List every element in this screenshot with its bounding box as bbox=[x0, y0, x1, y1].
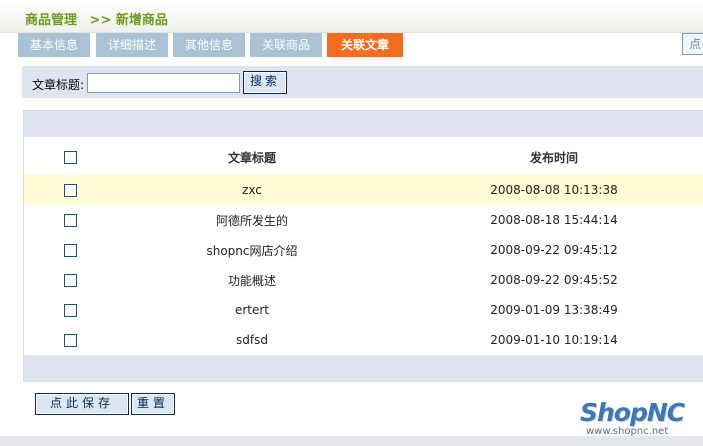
reset-button[interactable]: 重置 bbox=[131, 393, 175, 415]
column-header-time: 发布时间 bbox=[529, 151, 578, 165]
table-row[interactable]: sdfsd 2009-01-10 10:19:14 bbox=[24, 325, 703, 355]
tab-bar: 基本信息 详细描述 其他信息 关联商品 关联文章 bbox=[0, 33, 703, 57]
row-checkbox-cell bbox=[56, 325, 84, 355]
row-checkbox[interactable] bbox=[63, 213, 77, 227]
table-bottom-bar bbox=[24, 355, 703, 382]
search-label: 文章标题: bbox=[32, 78, 85, 92]
row-checkbox-cell bbox=[56, 295, 84, 325]
article-time: 2008-08-08 10:13:38 bbox=[490, 183, 618, 197]
row-checkbox[interactable] bbox=[63, 183, 77, 197]
save-button[interactable]: 点此保存 bbox=[35, 393, 129, 415]
column-header-title: 文章标题 bbox=[227, 151, 276, 165]
article-title: 功能概述 bbox=[227, 273, 276, 288]
row-checkbox[interactable] bbox=[63, 303, 77, 317]
article-title: shopnc网店介绍 bbox=[206, 243, 298, 258]
tab-related-products[interactable]: 关联商品 bbox=[250, 33, 322, 57]
article-title: ertert bbox=[234, 303, 270, 317]
row-checkbox[interactable] bbox=[63, 243, 77, 257]
breadcrumb-current-page: 新增商品 bbox=[115, 13, 168, 28]
select-all-cell bbox=[56, 140, 84, 175]
row-checkbox[interactable] bbox=[63, 273, 77, 287]
breadcrumb: 商品管理 >> 新增商品 bbox=[25, 9, 168, 28]
logo-wordmark: ShopNC bbox=[580, 398, 685, 427]
table-row[interactable]: 功能概述 2008-09-22 09:45:52 bbox=[24, 265, 703, 295]
search-button[interactable]: 搜索 bbox=[243, 71, 287, 94]
search-bar: 文章标题: 搜索 bbox=[22, 66, 703, 98]
article-table: 文章标题 发布时间 zxc 2008-08-08 10:13:38 阿德所发生的… bbox=[23, 110, 703, 382]
row-checkbox-cell bbox=[56, 235, 84, 265]
footer-strip bbox=[0, 436, 703, 446]
header-action-button[interactable]: 点 bbox=[682, 33, 703, 55]
article-title: sdfsd bbox=[236, 333, 268, 347]
search-input[interactable] bbox=[87, 73, 240, 93]
row-checkbox-cell bbox=[56, 205, 84, 235]
tab-basic-info[interactable]: 基本信息 bbox=[18, 33, 90, 57]
select-all-checkbox[interactable] bbox=[63, 151, 77, 164]
row-checkbox-cell bbox=[56, 175, 84, 205]
page-header: 商品管理 >> 新增商品 bbox=[0, 0, 703, 33]
table-header-row: 文章标题 发布时间 bbox=[24, 140, 703, 175]
article-time: 2009-01-09 13:38:49 bbox=[490, 303, 618, 317]
article-time: 2008-08-18 15:44:14 bbox=[490, 213, 618, 227]
article-title: zxc bbox=[242, 183, 262, 197]
row-checkbox[interactable] bbox=[63, 333, 77, 347]
tab-detail-description[interactable]: 详细描述 bbox=[96, 33, 168, 57]
table-row[interactable]: zxc 2008-08-08 10:13:38 bbox=[24, 175, 703, 205]
tab-related-articles[interactable]: 关联文章 bbox=[327, 33, 403, 57]
breadcrumb-section[interactable]: 商品管理 bbox=[25, 13, 77, 28]
table-top-bar bbox=[24, 111, 703, 137]
breadcrumb-separator: >> bbox=[89, 13, 112, 28]
article-time: 2008-09-22 09:45:52 bbox=[490, 273, 618, 287]
row-checkbox-cell bbox=[56, 265, 84, 295]
table-row[interactable]: shopnc网店介绍 2008-09-22 09:45:12 bbox=[24, 235, 703, 265]
article-time: 2009-01-10 10:19:14 bbox=[490, 333, 618, 347]
table-row[interactable]: 阿德所发生的 2008-08-18 15:44:14 bbox=[24, 205, 703, 235]
table-row[interactable]: ertert 2009-01-09 13:38:49 bbox=[24, 295, 703, 325]
article-title: 阿德所发生的 bbox=[215, 213, 288, 228]
article-time: 2008-09-22 09:45:12 bbox=[490, 243, 618, 257]
tab-other-info[interactable]: 其他信息 bbox=[173, 33, 245, 57]
